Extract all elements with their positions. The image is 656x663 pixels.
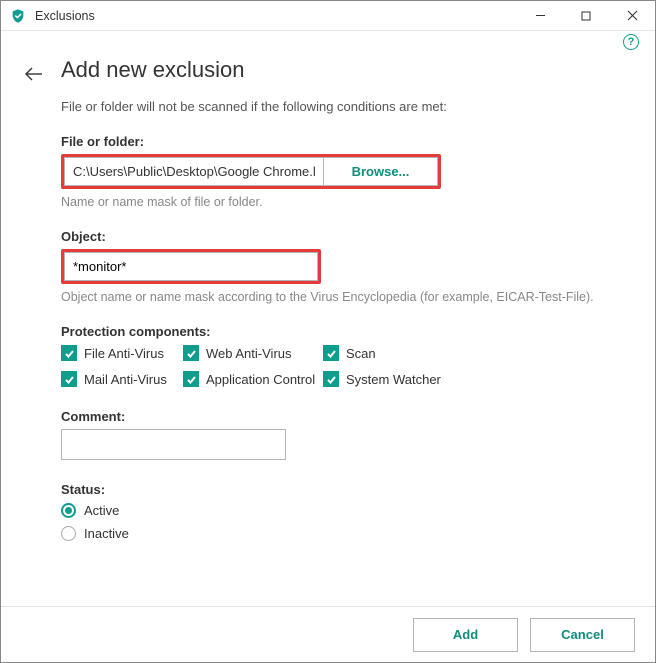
shield-icon (9, 7, 27, 25)
checkmark-icon (61, 371, 77, 387)
radio-inactive[interactable]: Inactive (61, 526, 631, 541)
browse-button[interactable]: Browse... (323, 157, 438, 186)
titlebar: Exclusions (1, 1, 655, 31)
status-group: Active Inactive (61, 503, 631, 541)
checkbox-system-watcher[interactable]: System Watcher (323, 371, 443, 387)
window: Exclusions ? Add new exclusion File or f (0, 0, 656, 663)
object-input-wrap (61, 249, 321, 284)
checkbox-mail-antivirus[interactable]: Mail Anti-Virus (61, 371, 183, 387)
radio-icon (61, 503, 76, 518)
checkmark-icon (323, 371, 339, 387)
checkbox-web-antivirus[interactable]: Web Anti-Virus (183, 345, 323, 361)
file-folder-hint: Name or name mask of file or folder. (61, 195, 631, 209)
checkmark-icon (323, 345, 339, 361)
checkbox-label: Application Control (206, 372, 315, 387)
window-title: Exclusions (35, 9, 517, 23)
footer: Add Cancel (1, 606, 655, 662)
cancel-button[interactable]: Cancel (530, 618, 635, 652)
checkbox-label: Mail Anti-Virus (84, 372, 167, 387)
object-label: Object: (61, 229, 631, 244)
checkmark-icon (61, 345, 77, 361)
object-hint: Object name or name mask according to th… (61, 290, 631, 304)
page-description: File or folder will not be scanned if th… (61, 99, 631, 114)
help-icon[interactable]: ? (623, 34, 639, 50)
radio-label: Inactive (84, 526, 129, 541)
checkbox-file-antivirus[interactable]: File Anti-Virus (61, 345, 183, 361)
radio-active[interactable]: Active (61, 503, 631, 518)
checkbox-application-control[interactable]: Application Control (183, 371, 323, 387)
minimize-button[interactable] (517, 1, 563, 30)
add-button[interactable]: Add (413, 618, 518, 652)
checkbox-label: System Watcher (346, 372, 441, 387)
maximize-button[interactable] (563, 1, 609, 30)
subheader: ? (1, 31, 655, 53)
file-folder-input[interactable] (64, 157, 323, 186)
components-group: File Anti-Virus Web Anti-Virus Scan Mail… (61, 345, 481, 387)
page-title: Add new exclusion (61, 57, 631, 83)
content: Add new exclusion File or folder will no… (1, 53, 655, 606)
status-label: Status: (61, 482, 631, 497)
checkbox-scan[interactable]: Scan (323, 345, 443, 361)
comment-input[interactable] (61, 429, 286, 460)
checkbox-label: Web Anti-Virus (206, 346, 292, 361)
checkbox-label: File Anti-Virus (84, 346, 164, 361)
file-folder-label: File or folder: (61, 134, 631, 149)
checkbox-label: Scan (346, 346, 376, 361)
radio-icon (61, 526, 76, 541)
back-button[interactable] (23, 63, 45, 85)
checkmark-icon (183, 345, 199, 361)
window-controls (517, 1, 655, 30)
radio-label: Active (84, 503, 119, 518)
file-folder-row: Browse... (61, 154, 441, 189)
object-input[interactable] (64, 252, 318, 281)
comment-label: Comment: (61, 409, 631, 424)
components-label: Protection components: (61, 324, 631, 339)
close-button[interactable] (609, 1, 655, 30)
checkmark-icon (183, 371, 199, 387)
content-inner: Add new exclusion File or folder will no… (61, 53, 631, 541)
